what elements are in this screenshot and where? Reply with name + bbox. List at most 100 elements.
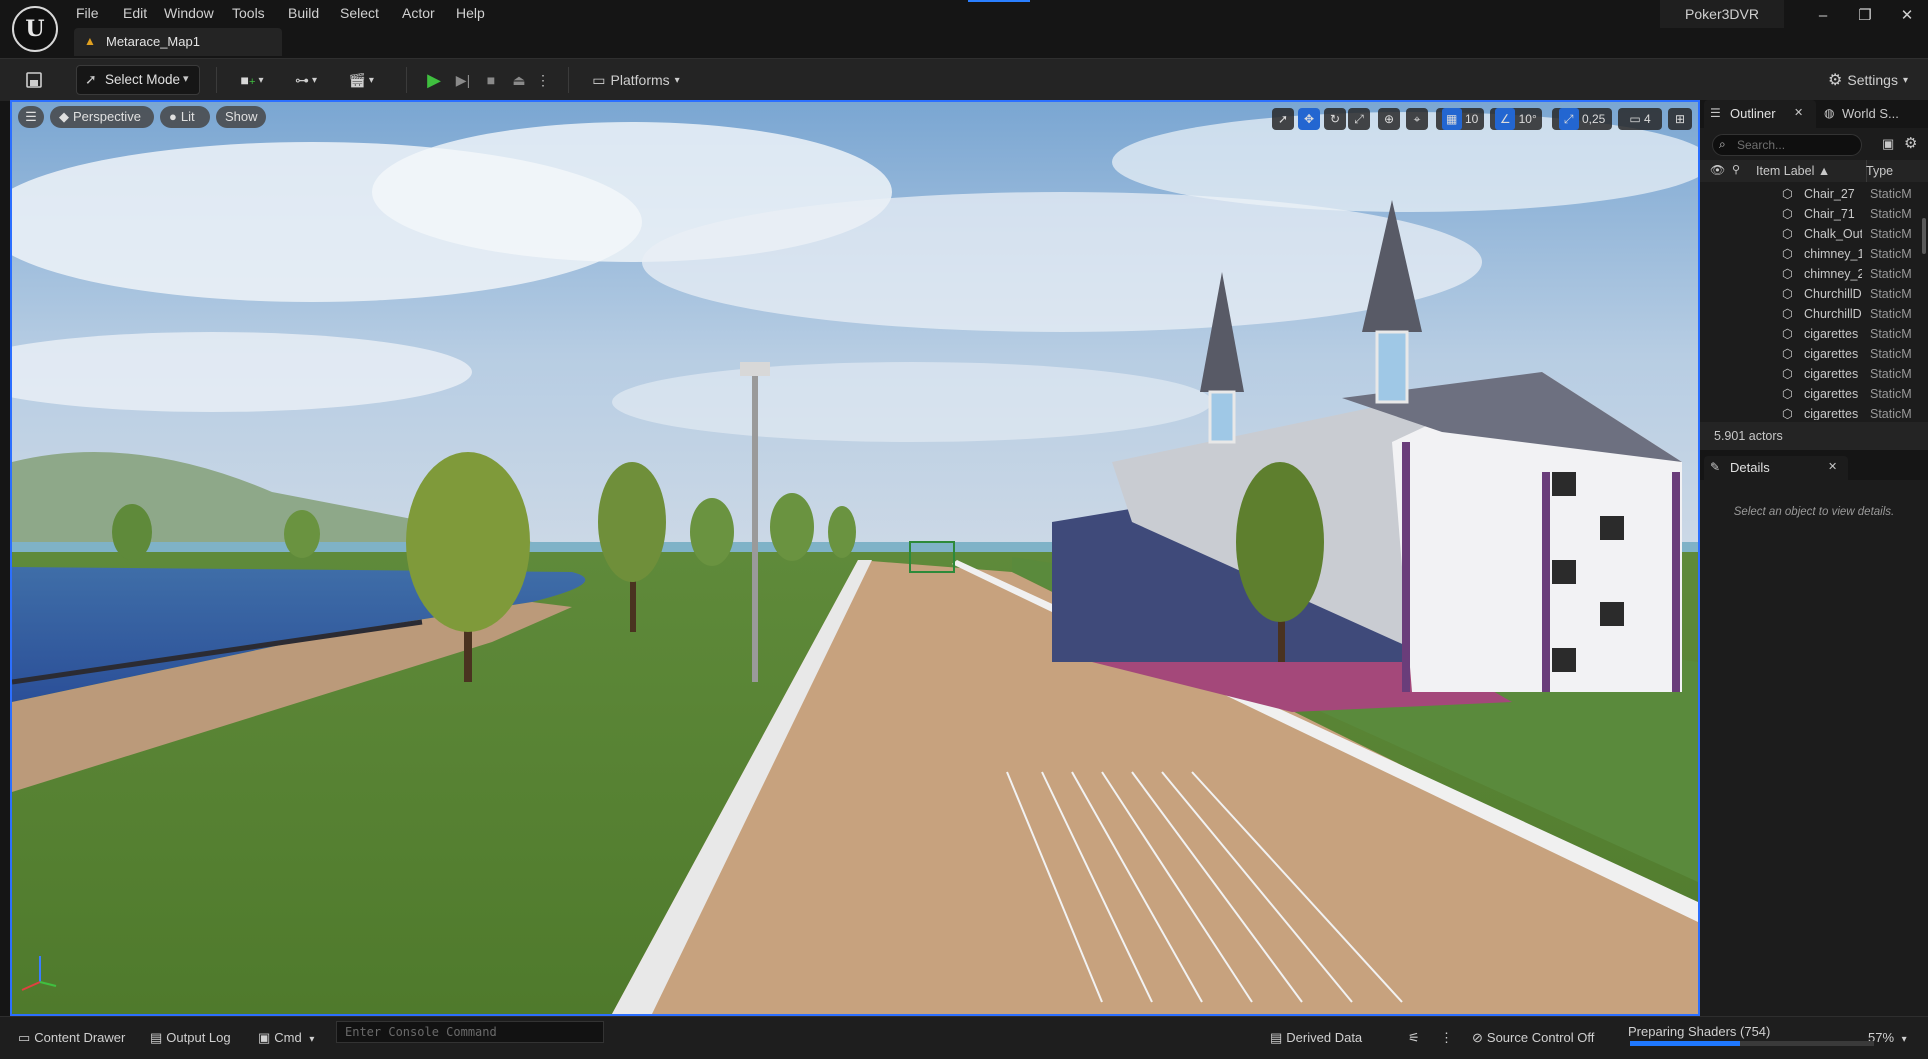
outliner-panel: ☰ Outliner ✕ ◍ World S... ⌕ Search... ▣ … (1700, 100, 1928, 450)
view-mode-button[interactable]: ◆ Perspective (50, 106, 154, 128)
outliner-search-input[interactable]: ⌕ Search... (1712, 134, 1862, 156)
rotation-snap-button[interactable]: ∠ 10° (1490, 108, 1542, 130)
scale-snap-value: 0,25 (1581, 112, 1606, 126)
cmd-dropdown[interactable]: ▣ Cmd ▾ (258, 1027, 314, 1049)
output-log-button[interactable]: ▤ Output Log (150, 1027, 231, 1049)
derived-data-button[interactable]: ▤ Derived Data (1270, 1027, 1362, 1049)
translate-tool-button[interactable]: ✥ (1298, 108, 1320, 130)
list-item[interactable]: ⬡ cigarettes StaticM (1700, 384, 1928, 404)
list-item[interactable]: ⬡ Chair_27 StaticM (1700, 184, 1928, 204)
lighting-mode-button[interactable]: ● Lit (160, 106, 210, 128)
list-item[interactable]: ⬡ Chalk_Out StaticM (1700, 224, 1928, 244)
surface-snap-button[interactable]: ⌖ (1406, 108, 1428, 130)
scale-icon: ⤢ (1354, 112, 1364, 126)
search-icon: ⌕ (1719, 137, 1726, 151)
blueprint-button[interactable]: ⊶ ▾ (286, 65, 326, 95)
item-type: StaticM (1870, 247, 1912, 261)
console-command-input[interactable]: Enter Console Command (336, 1021, 604, 1043)
close-icon[interactable]: ✕ (1828, 460, 1837, 473)
scale-tool-button[interactable]: ⤢ (1348, 108, 1370, 130)
list-item[interactable]: ⬡ cigarettes StaticM (1700, 404, 1928, 420)
outliner-scrollbar[interactable] (1922, 218, 1926, 254)
item-type: StaticM (1870, 327, 1912, 341)
list-item[interactable]: ⬡ chimney_1 StaticM (1700, 244, 1928, 264)
viewport-menu-button[interactable]: ☰ (18, 106, 44, 128)
static-mesh-icon: ⬡ (1782, 247, 1793, 261)
details-empty-message: Select an object to view details. (1733, 506, 1895, 518)
menu-build[interactable]: Build (284, 2, 323, 24)
item-label: ChurchillD (1804, 307, 1862, 321)
menu-select[interactable]: Select (336, 2, 383, 24)
add-actor-button[interactable]: ■+ ▾ (232, 65, 272, 95)
gear-icon[interactable]: ⚙ (1904, 134, 1917, 152)
cinematics-button[interactable]: 🎬︎ ▾ (340, 65, 382, 95)
lit-sphere-icon: ● (169, 109, 177, 124)
platforms-dropdown[interactable]: ▭ Platforms ▾ (588, 65, 684, 95)
visibility-eye-icon[interactable]: 👁︎ (1710, 163, 1725, 177)
static-mesh-icon: ⬡ (1782, 187, 1793, 201)
grid-snap-button[interactable]: ▦ 10 (1436, 108, 1484, 130)
menu-actor[interactable]: Actor (398, 2, 439, 24)
list-item[interactable]: ⬡ chimney_2 StaticM (1700, 264, 1928, 284)
advance-frame-button[interactable]: ▶| (450, 65, 476, 95)
save-button[interactable] (20, 65, 48, 95)
more-vertical-icon[interactable]: ⋮ (1440, 1027, 1453, 1049)
settings-dropdown[interactable]: ⚙ Settings ▾ (1820, 65, 1916, 95)
tab-details[interactable]: ✎ Details ✕ (1704, 456, 1848, 480)
menu-window[interactable]: Window (160, 2, 218, 24)
shader-progress-fill (1630, 1041, 1740, 1046)
sync-status-icon[interactable]: ⚟ (1408, 1027, 1420, 1049)
menu-tools[interactable]: Tools (228, 2, 269, 24)
play-options-button[interactable]: ⋮ (536, 65, 550, 95)
restore-button[interactable]: ❐ (1845, 4, 1885, 28)
document-tab-label: Metarace_Map1 (106, 34, 200, 49)
item-type: StaticM (1870, 387, 1912, 401)
eject-button[interactable]: ⏏ (506, 65, 532, 95)
close-icon[interactable]: ✕ (1794, 106, 1803, 119)
select-mode-dropdown[interactable]: ➚ Select Mode ▾ (76, 65, 200, 95)
gear-icon: ⚙ (1828, 72, 1843, 89)
minimize-button[interactable]: – (1803, 4, 1843, 28)
menu-edit[interactable]: Edit (119, 2, 151, 24)
camera-speed-value: 4 (1644, 112, 1651, 126)
content-drawer-button[interactable]: ▭ Content Drawer (18, 1027, 125, 1049)
level-viewport[interactable] (12, 102, 1698, 1014)
source-control-button[interactable]: ⊘ Source Control Off (1472, 1027, 1594, 1049)
details-tab-label: Details (1730, 460, 1770, 475)
type-column-header[interactable]: Type (1866, 164, 1893, 178)
stop-button[interactable]: ■ (480, 65, 502, 95)
list-item[interactable]: ⬡ ChurchillD StaticM (1700, 284, 1928, 304)
rotation-snap-value: 10° (1518, 112, 1537, 126)
document-tab[interactable]: ▲ Metarace_Map1 (74, 28, 282, 56)
derived-data-label: Derived Data (1286, 1030, 1363, 1045)
list-item[interactable]: ⬡ Chair_71 StaticM (1700, 204, 1928, 224)
play-button[interactable]: ▶ (420, 65, 448, 95)
shader-compile-status[interactable]: Preparing Shaders (754) (1628, 1021, 1770, 1043)
rotate-tool-button[interactable]: ↻ (1324, 108, 1346, 130)
menu-file[interactable]: File (72, 2, 103, 24)
show-flags-button[interactable]: Show (216, 106, 266, 128)
close-window-button[interactable]: ✕ (1887, 4, 1927, 28)
select-tool-button[interactable]: ➚ (1272, 108, 1294, 130)
world-space-button[interactable]: ⊕ (1378, 108, 1400, 130)
scale-snap-icon: ⤢ (1558, 108, 1579, 130)
divider (568, 67, 569, 93)
menu-help[interactable]: Help (452, 2, 489, 24)
camera-speed-button[interactable]: ▭ 4 (1618, 108, 1662, 130)
add-folder-icon[interactable]: ▣ (1882, 136, 1894, 152)
surface-snap-icon: ⌖ (1413, 112, 1421, 126)
item-label-column-header[interactable]: Item Label ▲ (1756, 164, 1830, 178)
viewport-layout-button[interactable]: ⊞ (1668, 108, 1692, 130)
scale-snap-button[interactable]: ⤢ 0,25 (1552, 108, 1612, 130)
tab-world-settings[interactable]: ◍ World S... (1818, 100, 1928, 128)
list-item[interactable]: ⬡ cigarettes StaticM (1700, 344, 1928, 364)
cursor-icon: ➚ (1277, 112, 1289, 126)
world-settings-tab-label: World S... (1842, 106, 1899, 121)
list-item[interactable]: ⬡ cigarettes StaticM (1700, 324, 1928, 344)
unreal-logo-icon[interactable]: U (12, 6, 58, 52)
list-item[interactable]: ⬡ cigarettes StaticM (1700, 364, 1928, 384)
content-drawer-label: Content Drawer (34, 1030, 126, 1045)
list-item[interactable]: ⬡ ChurchillD StaticM (1700, 304, 1928, 324)
tab-outliner[interactable]: ☰ Outliner ✕ (1704, 100, 1816, 128)
pin-icon[interactable]: ⚲ (1732, 163, 1740, 176)
